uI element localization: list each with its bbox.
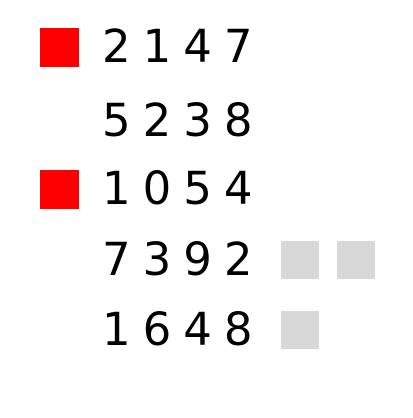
number-row: 1054 [0, 164, 413, 214]
number-row: 1648 [0, 305, 413, 355]
gray-square [281, 311, 319, 349]
gray-square [281, 241, 319, 279]
number-row: 2147 [0, 22, 413, 72]
red-marker [40, 170, 79, 209]
number-row: 5238 [0, 96, 413, 146]
digit-sequence: 1054 [102, 162, 265, 215]
digit-sequence: 5238 [102, 94, 265, 147]
number-row: 7392 [0, 235, 413, 285]
red-marker [40, 28, 79, 67]
gray-square [337, 241, 375, 279]
digit-sequence: 7392 [102, 233, 265, 286]
digit-sequence: 2147 [102, 20, 265, 73]
digit-sequence: 1648 [102, 303, 265, 356]
